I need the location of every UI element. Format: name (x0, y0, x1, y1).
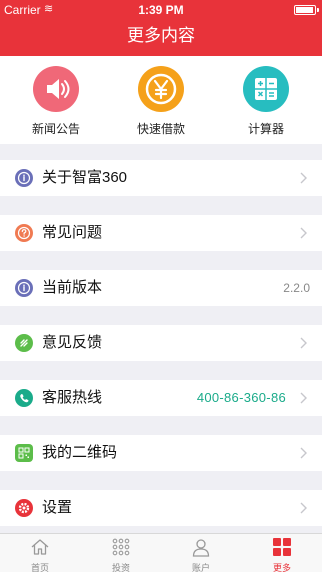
menu-item-feedback[interactable]: 意见反馈 (0, 325, 322, 361)
feedback-icon (15, 334, 33, 352)
tab-account[interactable]: 账户 (161, 534, 241, 572)
info-icon (15, 279, 33, 297)
calculator-button[interactable]: 计算器 (226, 66, 306, 137)
more-grid-icon (273, 538, 291, 556)
chevron-right-icon (300, 392, 307, 404)
tab-more[interactable]: 更多 (242, 534, 322, 572)
version-number: 2.2.0 (283, 281, 310, 295)
calculator-icon (243, 66, 289, 112)
tab-label: 首页 (30, 563, 49, 572)
chevron-right-icon (300, 227, 307, 239)
menu-item-label: 当前版本 (42, 279, 103, 296)
qr-code-icon (15, 444, 33, 462)
menu-item-about[interactable]: 关于智富360 (0, 160, 322, 196)
info-icon (15, 169, 33, 187)
phone-icon (15, 389, 33, 407)
menu-item-label: 常见问题 (42, 224, 103, 241)
home-icon (31, 539, 49, 555)
quick-loan-label: 快速借款 (136, 122, 185, 136)
menu-item-label: 意见反馈 (42, 334, 103, 351)
menu-item-label: 关于智富360 (42, 169, 128, 186)
clock: 1:39 PM (138, 3, 184, 17)
quick-loan-button[interactable]: 快速借款 (121, 66, 201, 137)
tab-invest[interactable]: 投资 (81, 534, 161, 572)
chevron-right-icon (300, 502, 307, 514)
tab-label: 投资 (111, 563, 130, 572)
user-icon (192, 539, 210, 557)
status-bar: Carrier ≋ 1:39 PM (0, 0, 322, 20)
menu-item-label: 设置 (42, 499, 73, 516)
menu-item-label: 客服热线 (42, 389, 103, 406)
menu-item-qr-code[interactable]: 我的二维码 (0, 435, 322, 471)
yen-icon (138, 66, 184, 112)
gear-icon (15, 499, 33, 517)
menu-item-faq[interactable]: 常见问题 (0, 215, 322, 251)
menu-item-settings[interactable]: 设置 (0, 490, 322, 526)
grid-dots-icon (112, 538, 130, 556)
battery-icon (294, 5, 316, 15)
chevron-right-icon (300, 447, 307, 459)
tab-home[interactable]: 首页 (0, 534, 80, 572)
news-announcements-button[interactable]: 新闻公告 (16, 66, 96, 137)
tab-label: 账户 (191, 563, 210, 572)
page-title: 更多内容 (0, 20, 322, 56)
tab-label: 更多 (272, 563, 291, 572)
question-icon (15, 224, 33, 242)
news-announcements-label: 新闻公告 (31, 122, 80, 136)
menu-item-hotline[interactable]: 客服热线 400-86-360-86 (0, 380, 322, 416)
tab-bar: 首页 投资 账户 更多 (0, 533, 322, 572)
speaker-icon (33, 66, 79, 112)
calculator-label: 计算器 (247, 122, 284, 136)
battery-tip (317, 8, 319, 12)
chevron-right-icon (300, 172, 307, 184)
hotline-number[interactable]: 400-86-360-86 (197, 380, 286, 416)
menu-item-label: 我的二维码 (42, 444, 118, 461)
chevron-right-icon (300, 337, 307, 349)
quick-actions-panel: 新闻公告 快速借款 计算器 (0, 56, 322, 144)
menu-item-version: 当前版本 2.2.0 (0, 270, 322, 306)
